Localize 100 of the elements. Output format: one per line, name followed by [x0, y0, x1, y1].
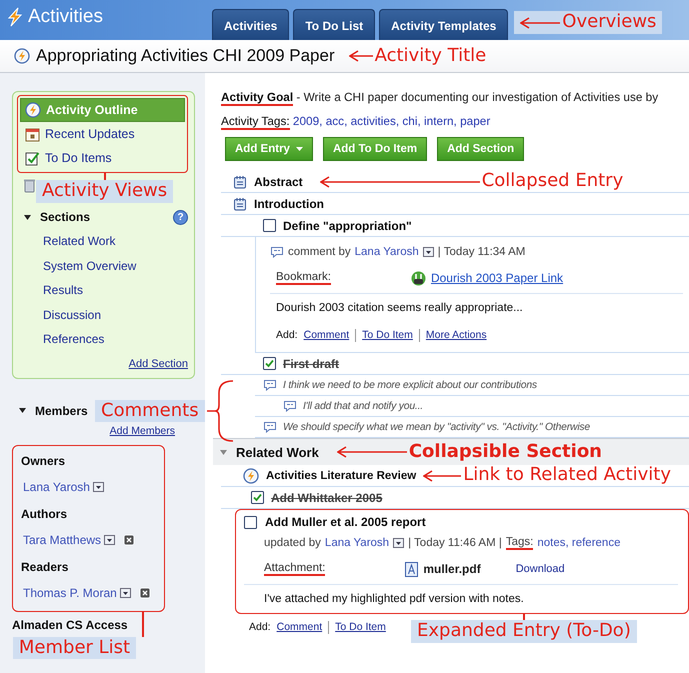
bookmark-link[interactable]: Dourish 2003 Paper Link — [430, 271, 564, 285]
section-title[interactable]: Related Work — [236, 444, 319, 460]
add-link[interactable]: To Do Item — [362, 329, 413, 341]
notepad-icon — [233, 174, 247, 188]
callout-label: Link to Related Activity — [463, 465, 671, 486]
role-heading: Authors — [21, 506, 68, 522]
goal-label: Activity Goal — [221, 90, 294, 106]
section-link[interactable]: References — [17, 327, 188, 352]
callout-arrow — [520, 16, 560, 29]
callout-label: Member List — [12, 636, 136, 660]
add-label: Add: — [249, 621, 271, 633]
timestamp: | Today 11:34 AM — [438, 246, 526, 258]
checklist-icon — [25, 150, 40, 166]
notepad-icon — [233, 196, 247, 210]
nav-tab[interactable]: Activity Templates — [379, 9, 508, 40]
add-section-link[interactable]: Add Section — [17, 358, 188, 370]
tags-link[interactable]: notes, reference — [537, 537, 620, 549]
section-link[interactable]: Results — [17, 278, 188, 302]
caret-icon[interactable] — [23, 212, 32, 222]
member-link[interactable]: Thomas P. Moran — [23, 586, 117, 600]
dropdown-icon[interactable] — [92, 482, 104, 492]
todo-title[interactable]: First draft — [283, 356, 340, 370]
comment-icon — [263, 421, 277, 433]
members-heading: Members — [35, 404, 88, 418]
callout-label: Expanded Entry (To-Do) — [411, 620, 637, 643]
callout-arrow — [423, 470, 462, 482]
lightning-icon — [25, 102, 41, 118]
callout-label: Collapsed Entry — [482, 171, 624, 192]
remove-icon[interactable] — [140, 588, 150, 598]
checkbox[interactable] — [263, 219, 276, 232]
author-link[interactable]: Lana Yarosh — [324, 537, 390, 549]
lightning-icon — [14, 48, 30, 64]
nav-tab[interactable]: To Do List — [293, 9, 376, 40]
caret-icon[interactable] — [18, 406, 27, 415]
lightning-icon — [243, 468, 259, 484]
dropdown-icon[interactable] — [120, 588, 131, 598]
section-link[interactable]: Discussion — [17, 302, 188, 327]
callout-label: Collapsible Section — [408, 442, 602, 462]
add-link[interactable]: More Actions — [426, 329, 487, 341]
member-link[interactable]: Lana Yarosh — [23, 480, 90, 494]
attachment-name: muller.pdf — [423, 562, 481, 576]
view-item[interactable]: To Do Items — [20, 146, 185, 170]
callout-label: Activity Title — [374, 46, 486, 66]
calendar-icon — [25, 126, 40, 142]
section-link[interactable]: System Overview — [17, 254, 188, 278]
todo-title[interactable]: Define "appropriation" — [283, 218, 412, 232]
remove-icon[interactable] — [124, 535, 134, 545]
dropdown-icon[interactable] — [422, 247, 434, 257]
activity-title: Appropriating Activities CHI 2009 Paper — [36, 46, 335, 66]
tags-label: Tags: — [506, 536, 534, 550]
comment-text: We should specify what we mean by "activity" vs. "Activity." Otherwise — [283, 422, 590, 432]
lightning-icon — [6, 7, 24, 27]
meta-text: updated by — [264, 537, 321, 549]
checkbox[interactable] — [251, 491, 264, 504]
download-link[interactable]: Download — [516, 563, 565, 575]
dropdown-icon[interactable] — [393, 538, 404, 548]
comment-icon — [263, 379, 277, 391]
callout-label: Comments — [95, 400, 205, 422]
comment-icon — [270, 246, 284, 258]
add-link[interactable]: Comment — [276, 621, 322, 633]
todo-title[interactable]: Add Muller et al. 2005 report — [265, 515, 426, 529]
view-item[interactable]: Recent Updates — [20, 122, 185, 146]
tags-label: Activity Tags: — [221, 114, 290, 130]
trash-icon[interactable] — [23, 178, 36, 192]
comment-text: I think we need to be more explicit about our contributions — [283, 380, 537, 390]
todo-title[interactable]: Add Whittaker 2005 — [271, 490, 382, 504]
callout-arrow — [336, 446, 407, 458]
member-link[interactable]: Tara Matthews — [23, 533, 102, 547]
field-label: Attachment: — [264, 562, 326, 576]
entry-title[interactable]: Abstract — [254, 174, 303, 188]
role-heading: Readers — [21, 558, 70, 576]
comment-text: I'll add that and notify you... — [303, 400, 423, 412]
related-activity-link[interactable]: Activities Literature Review — [266, 470, 416, 482]
entry-title[interactable]: Introduction — [254, 196, 324, 210]
callout-label: Overviews — [562, 12, 656, 33]
meta-text: comment by — [288, 246, 351, 258]
author-link[interactable]: Lana Yarosh — [354, 246, 419, 258]
add-link[interactable]: To Do Item — [335, 621, 386, 633]
role-heading: Owners — [21, 452, 66, 470]
app-title: Activities — [28, 6, 103, 28]
add-link[interactable]: Comment — [304, 329, 350, 341]
tags-link[interactable]: 2009, acc, activities, chi, intern, paper — [292, 114, 490, 128]
dropdown-icon[interactable] — [104, 535, 116, 545]
bracket-drawing — [204, 379, 235, 443]
nav-tab[interactable]: Activities — [212, 9, 290, 40]
timestamp: | Today 11:46 AM | — [408, 537, 502, 549]
entry-text: Dourish 2003 citation seems really appropriate... — [275, 301, 524, 316]
checkbox[interactable] — [244, 516, 257, 528]
sections-heading: Sections — [40, 210, 90, 224]
section-link[interactable]: Related Work — [17, 229, 188, 254]
field-label: Bookmark: — [276, 271, 331, 285]
access-heading: Almaden CS Access — [12, 618, 128, 634]
entry-text: I've attached my highlighted pdf version with notes. — [263, 592, 525, 607]
goal-text: - Write a CHI paper documenting our investigation of Activities use by — [296, 90, 658, 104]
add-members-link[interactable]: Add Members — [12, 424, 175, 436]
document-icon — [405, 562, 418, 576]
add-label: Add: — [276, 329, 298, 341]
checkbox[interactable] — [263, 357, 276, 370]
callout-label: Activity Views — [36, 180, 174, 203]
callout-arrow — [348, 50, 373, 62]
